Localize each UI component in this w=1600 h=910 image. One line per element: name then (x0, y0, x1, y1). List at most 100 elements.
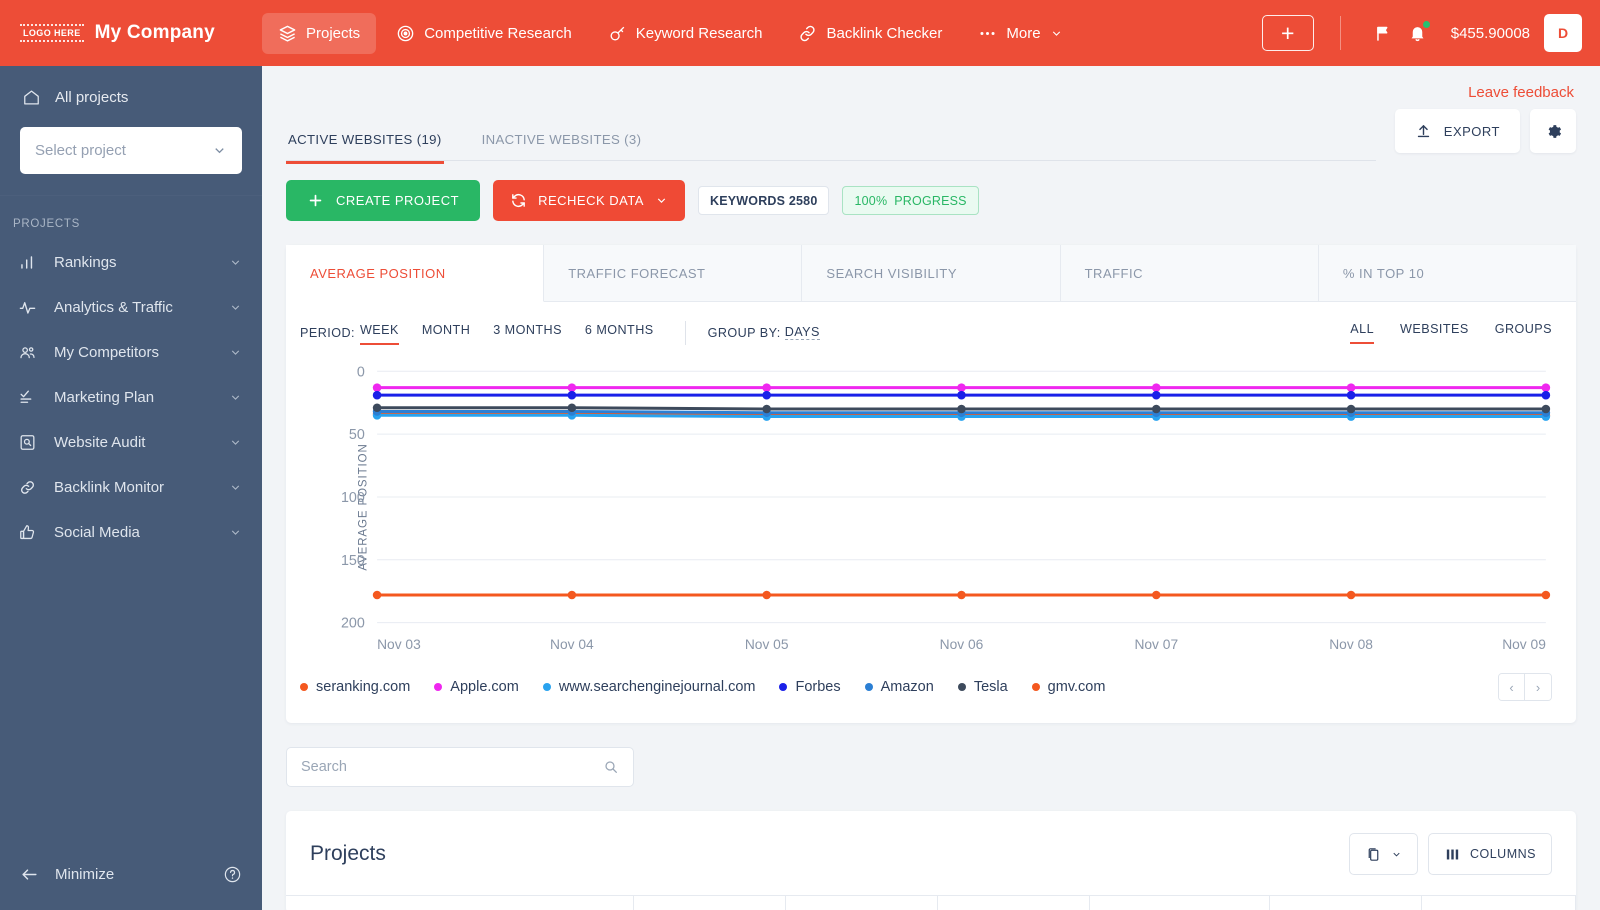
scope-all[interactable]: ALL (1350, 322, 1375, 344)
avatar[interactable]: D (1544, 14, 1582, 52)
chart-data-point[interactable] (762, 383, 771, 392)
topnav-item-more[interactable]: More (962, 13, 1078, 54)
chart-data-point[interactable] (372, 383, 382, 392)
leave-feedback-link[interactable]: Leave feedback (286, 66, 1576, 109)
chart-data-point[interactable] (1151, 590, 1161, 600)
chart-data-point[interactable] (957, 404, 966, 414)
chart-data-point[interactable] (372, 403, 382, 413)
chart-data-point[interactable] (1346, 390, 1356, 400)
legend-prev-button[interactable]: ‹ (1499, 674, 1525, 700)
chart-data-point[interactable] (372, 590, 382, 600)
tab-active-websites[interactable]: ACTIVE WEBSITES (19) (286, 124, 444, 164)
topnav-item-projects[interactable]: Projects (262, 12, 377, 54)
group-by-value[interactable]: DAYS (784, 325, 820, 340)
chart-data-point[interactable] (1541, 404, 1551, 414)
average-position-line-chart[interactable]: 0 50 100 150 200 Nov 03 Nov 04 Nov 05 Nov 06 Nov … (326, 357, 1552, 664)
chart-tab-average-position[interactable]: AVERAGE POSITION (286, 245, 545, 302)
topnav-item-backlink-checker[interactable]: Backlink Checker (782, 13, 958, 54)
chart-data-point[interactable] (1541, 383, 1551, 392)
chart-data-point[interactable] (957, 390, 966, 400)
chart-data-point[interactable] (1151, 404, 1161, 414)
chart-data-point[interactable] (567, 383, 577, 392)
view-mode-button[interactable] (1348, 833, 1418, 875)
recheck-data-button[interactable]: RECHECK DATA (493, 180, 685, 221)
link-icon (798, 24, 817, 43)
topnav-item-competitive-research[interactable]: Competitive Research (380, 13, 588, 54)
period-month[interactable]: MONTH (422, 320, 470, 345)
topnav-item-keyword-research[interactable]: Keyword Research (592, 13, 779, 54)
settings-button[interactable] (1530, 109, 1576, 153)
legend-label: www.searchenginejournal.com (558, 679, 756, 695)
brand[interactable]: LOGO HERE My Company (0, 22, 262, 44)
chart-data-point[interactable] (1541, 390, 1551, 400)
sidebar-item-all-projects[interactable]: All projects (20, 84, 242, 107)
arrow-left-icon[interactable] (20, 865, 39, 884)
account-balance[interactable]: $455.90008 (1451, 25, 1530, 42)
sidebar-item-label: My Competitors (54, 344, 160, 361)
chart-data-point[interactable] (372, 390, 382, 400)
sidebar-item-marketing-plan[interactable]: Marketing Plan (0, 375, 262, 420)
chart-data-point[interactable] (1151, 383, 1161, 392)
chart-tab-traffic-forecast[interactable]: TRAFFIC FORECAST (544, 245, 803, 301)
chevron-down-icon (1393, 852, 1400, 857)
chart-data-point[interactable] (957, 383, 966, 392)
scope-groups[interactable]: GROUPS (1495, 322, 1552, 344)
chart-data-point[interactable] (567, 390, 577, 400)
bell-icon[interactable] (1401, 16, 1435, 50)
chart-data-point[interactable] (1346, 590, 1356, 600)
chart-data-point[interactable] (1346, 404, 1356, 414)
website-tabs: ACTIVE WEBSITES (19) INACTIVE WEBSITES (… (286, 121, 679, 164)
chart-tab-search-visibility[interactable]: SEARCH VISIBILITY (802, 245, 1061, 301)
add-button[interactable]: + (1261, 15, 1314, 51)
legend-item[interactable]: Tesla (957, 679, 1008, 695)
chart-tab-top10[interactable]: % IN TOP 10 (1318, 245, 1577, 301)
period-6months[interactable]: 6 MONTHS (585, 320, 654, 345)
sidebar-item-analytics-traffic[interactable]: Analytics & Traffic (0, 285, 262, 330)
legend-item[interactable]: Forbes (779, 679, 841, 695)
chart-data-point[interactable] (567, 403, 577, 413)
sidebar-item-social-media[interactable]: Social Media (0, 510, 262, 555)
period-week[interactable]: WEEK (359, 320, 399, 345)
chart-data-point[interactable] (762, 404, 771, 414)
all-projects-label: All projects (55, 89, 129, 106)
chart-data-point[interactable] (762, 390, 771, 400)
sidebar-item-rankings[interactable]: Rankings (0, 240, 262, 285)
sidebar-item-backlink-monitor[interactable]: Backlink Monitor (0, 465, 262, 510)
chart-data-point[interactable] (567, 590, 577, 600)
scope-websites[interactable]: WEBSITES (1400, 322, 1469, 344)
keywords-chip[interactable]: KEYWORDS 2580 (697, 186, 830, 215)
chart-tab-traffic[interactable]: TRAFFIC (1060, 245, 1319, 301)
search-box[interactable] (286, 747, 634, 787)
chart-metric-tabs: AVERAGE POSITION TRAFFIC FORECAST SEARCH… (286, 245, 1577, 302)
legend-item[interactable]: Amazon (864, 679, 934, 695)
chart-data-point[interactable] (957, 590, 966, 600)
sidebar-item-my-competitors[interactable]: My Competitors (0, 330, 262, 375)
legend-item[interactable]: Apple.com (434, 679, 519, 695)
chart-data-point[interactable] (762, 590, 771, 600)
sidebar-item-website-audit[interactable]: Website Audit (0, 420, 262, 465)
export-button[interactable]: EXPORT (1394, 109, 1520, 153)
minimize-label[interactable]: Minimize (55, 866, 114, 883)
chart-data-point[interactable] (1346, 383, 1356, 392)
table-col (634, 896, 786, 910)
legend-item[interactable]: seranking.com (300, 679, 410, 695)
chart-data-point[interactable] (1151, 390, 1161, 400)
chart-data-point[interactable] (1541, 590, 1551, 600)
legend-item[interactable]: www.searchenginejournal.com (542, 679, 756, 695)
columns-button[interactable]: COLUMNS (1427, 833, 1552, 875)
search-input[interactable] (301, 759, 603, 775)
select-project-dropdown[interactable]: Select project (20, 127, 242, 174)
chart-controls: PERIOD: WEEK MONTH 3 MONTHS 6 MONTHS GRO… (286, 302, 1576, 349)
legend-next-button[interactable]: › (1525, 674, 1551, 700)
question-circle-icon[interactable] (223, 865, 242, 884)
flag-icon[interactable] (1367, 16, 1401, 50)
create-project-button[interactable]: CREATE PROJECT (286, 180, 481, 221)
chain-icon (17, 478, 38, 497)
chart-area: AVERAGE POSITION 0 50 100 150 200 Nov 03 Nov 0… (300, 357, 1552, 657)
period-3months[interactable]: 3 MONTHS (493, 320, 562, 345)
tab-inactive-websites[interactable]: INACTIVE WEBSITES (3) (480, 124, 644, 164)
legend-color-dot (300, 683, 308, 691)
legend-item[interactable]: gmv.com (1031, 679, 1105, 695)
people-icon (17, 343, 38, 362)
search-icon[interactable] (603, 759, 619, 775)
